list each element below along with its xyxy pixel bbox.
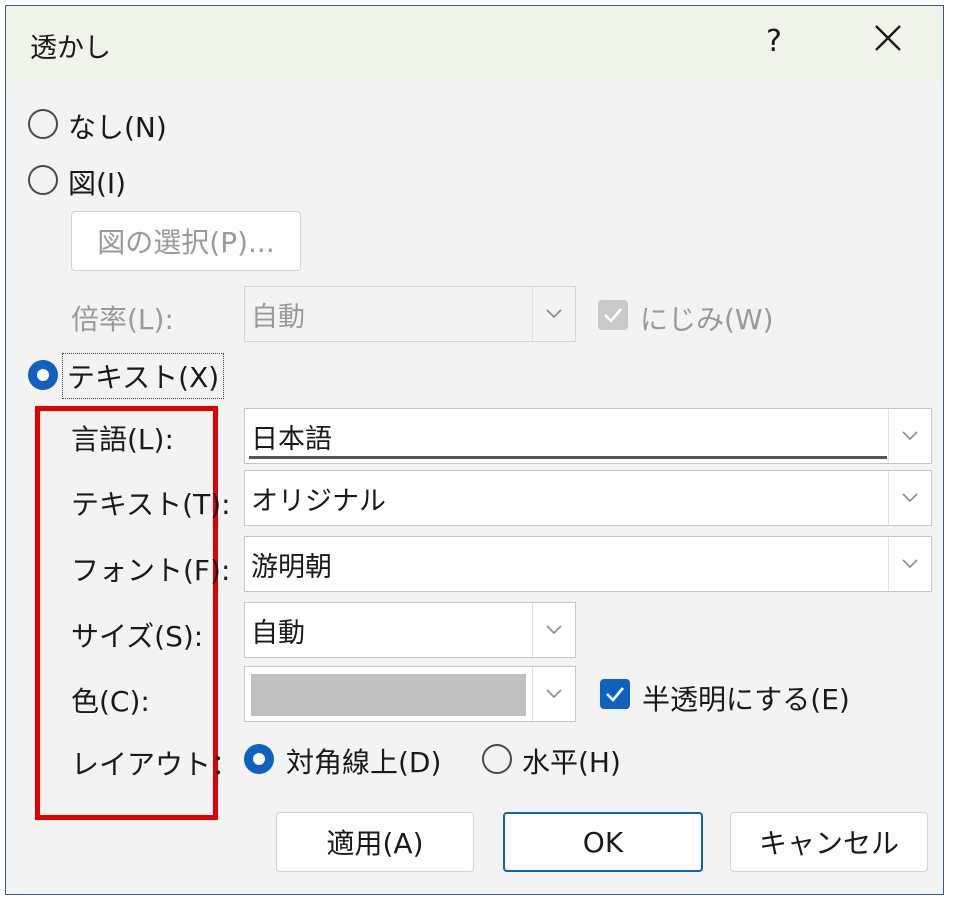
size-combobox[interactable]: 自動 [244, 602, 576, 658]
scale-value: 自動 [251, 302, 305, 333]
chevron-down-icon [888, 471, 931, 525]
language-value: 日本語 [251, 424, 332, 455]
focus-underline [249, 456, 887, 459]
font-label: フォント(F): [71, 554, 231, 587]
checkmark-icon [606, 687, 624, 702]
horizontal-radio[interactable] [482, 744, 512, 774]
chevron-down-icon [888, 537, 931, 591]
chevron-down-icon [532, 603, 575, 657]
text-radio[interactable] [28, 360, 58, 390]
ok-button[interactable]: OK [503, 812, 703, 872]
help-button[interactable]: ? [766, 24, 782, 59]
color-label: 色(C): [71, 685, 150, 718]
scale-combobox[interactable]: 自動 [244, 286, 576, 342]
text-value: オリジナル [251, 486, 386, 517]
size-label: サイズ(S): [71, 620, 204, 653]
font-combobox[interactable]: 游明朝 [244, 536, 932, 592]
chevron-down-icon [532, 287, 575, 341]
size-value: 自動 [251, 618, 305, 649]
text-option-label: テキスト(X) [62, 353, 225, 399]
picture-radio[interactable] [28, 165, 58, 195]
font-value: 游明朝 [251, 552, 332, 583]
diagonal-label: 対角線上(D) [286, 746, 442, 779]
chevron-down-icon [888, 409, 931, 463]
color-combobox[interactable] [244, 666, 576, 722]
scale-label: 倍率(L): [71, 303, 174, 336]
checkmark-icon [604, 308, 622, 323]
close-icon[interactable] [870, 20, 906, 56]
none-radio[interactable] [28, 109, 58, 139]
picture-label: 図(I) [68, 167, 127, 200]
semitransparent-label: 半透明にする(E) [642, 683, 850, 716]
none-label: なし(N) [68, 111, 167, 144]
chevron-down-icon [532, 667, 575, 721]
washout-label: にじみ(W) [640, 303, 774, 336]
select-picture-button[interactable]: 図の選択(P)... [71, 211, 301, 271]
diagonal-radio[interactable] [244, 744, 274, 774]
dialog-title: 透かし [30, 33, 111, 64]
washout-checkbox[interactable] [598, 300, 628, 330]
layout-label: レイアウト： [71, 748, 240, 781]
language-combobox[interactable]: 日本語 [244, 408, 932, 464]
text-label: テキスト(T): [71, 488, 231, 521]
text-combobox[interactable]: オリジナル [244, 470, 932, 526]
watermark-dialog: 透かし ? なし(N) 図(I) 図の選択(P)... 倍率(L): 自動 にじ… [5, 5, 944, 895]
semitransparent-checkbox[interactable] [600, 679, 630, 709]
color-swatch [251, 674, 526, 716]
cancel-button[interactable]: キャンセル [730, 812, 928, 872]
horizontal-label: 水平(H) [522, 746, 621, 779]
apply-button[interactable]: 適用(A) [276, 812, 474, 872]
title-bar: 透かし ? [6, 6, 943, 82]
language-label: 言語(L): [71, 423, 174, 456]
